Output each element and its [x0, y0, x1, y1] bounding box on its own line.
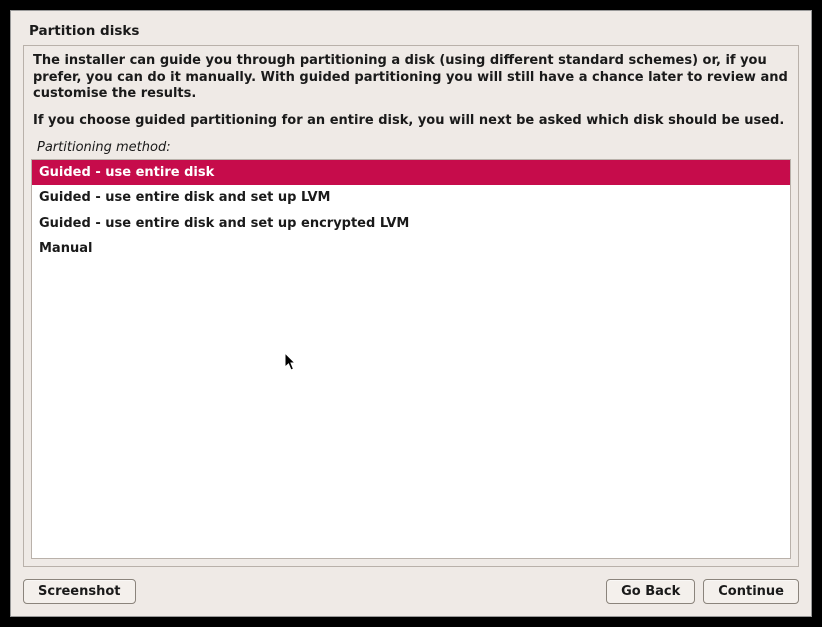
footer-bar: Screenshot Go Back Continue — [11, 567, 811, 616]
partition-option[interactable]: Guided - use entire disk and set up encr… — [32, 211, 790, 237]
partition-option[interactable]: Guided - use entire disk and set up LVM — [32, 185, 790, 211]
title-area: Partition disks — [11, 11, 811, 45]
installer-window: Partition disks The installer can guide … — [10, 10, 812, 617]
screenshot-button[interactable]: Screenshot — [23, 579, 136, 604]
main-panel: The installer can guide you through part… — [23, 45, 799, 567]
content-area: The installer can guide you through part… — [11, 45, 811, 567]
partition-option[interactable]: Manual — [32, 236, 790, 262]
method-label: Partitioning method: — [31, 140, 791, 159]
intro-text: The installer can guide you through part… — [31, 53, 791, 140]
intro-paragraph-1: The installer can guide you through part… — [33, 53, 789, 103]
go-back-button[interactable]: Go Back — [606, 579, 695, 604]
continue-button[interactable]: Continue — [703, 579, 799, 604]
partition-method-list[interactable]: Guided - use entire diskGuided - use ent… — [31, 159, 791, 560]
intro-paragraph-2: If you choose guided partitioning for an… — [33, 113, 789, 130]
page-title: Partition disks — [29, 23, 793, 39]
partition-option[interactable]: Guided - use entire disk — [32, 160, 790, 186]
